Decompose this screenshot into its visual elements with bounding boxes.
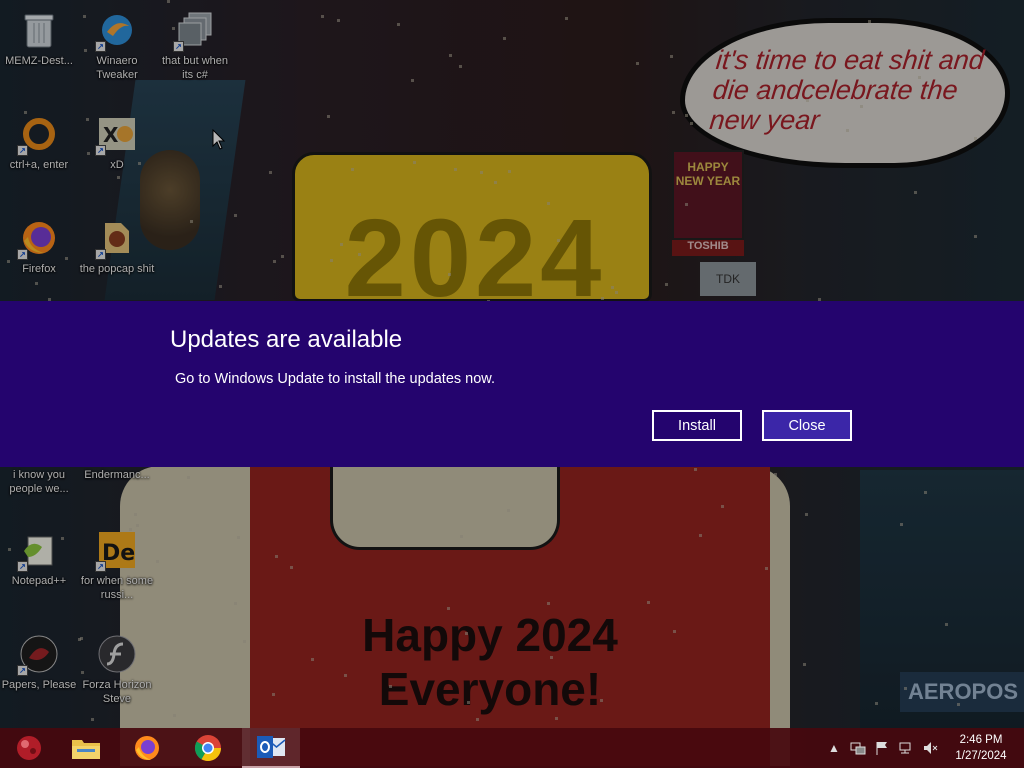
action-center-flag-icon[interactable] [874, 740, 890, 756]
volume-muted-icon[interactable] [922, 740, 938, 756]
banner-description: Go to Windows Update to install the upda… [175, 371, 495, 387]
close-button[interactable]: Close [762, 410, 852, 441]
update-notification-banner: Updates are available Go to Windows Upda… [0, 301, 1024, 467]
banner-title: Updates are available [170, 326, 403, 353]
install-button[interactable]: Install [652, 410, 742, 441]
system-tray: ▲ 2:46 PM 1/27/2024 [0, 728, 1024, 768]
clock-date: 1/27/2024 [955, 750, 1007, 762]
clock-time: 2:46 PM [959, 734, 1003, 746]
taskbar-clock[interactable]: 2:46 PM 1/27/2024 [948, 732, 1014, 764]
taskbar: ▲ 2:46 PM 1/27/2024 [0, 728, 1024, 768]
network-icon[interactable] [898, 740, 914, 756]
show-hidden-icons-icon[interactable]: ▲ [826, 740, 842, 756]
network-monitor-icon[interactable] [850, 740, 866, 756]
